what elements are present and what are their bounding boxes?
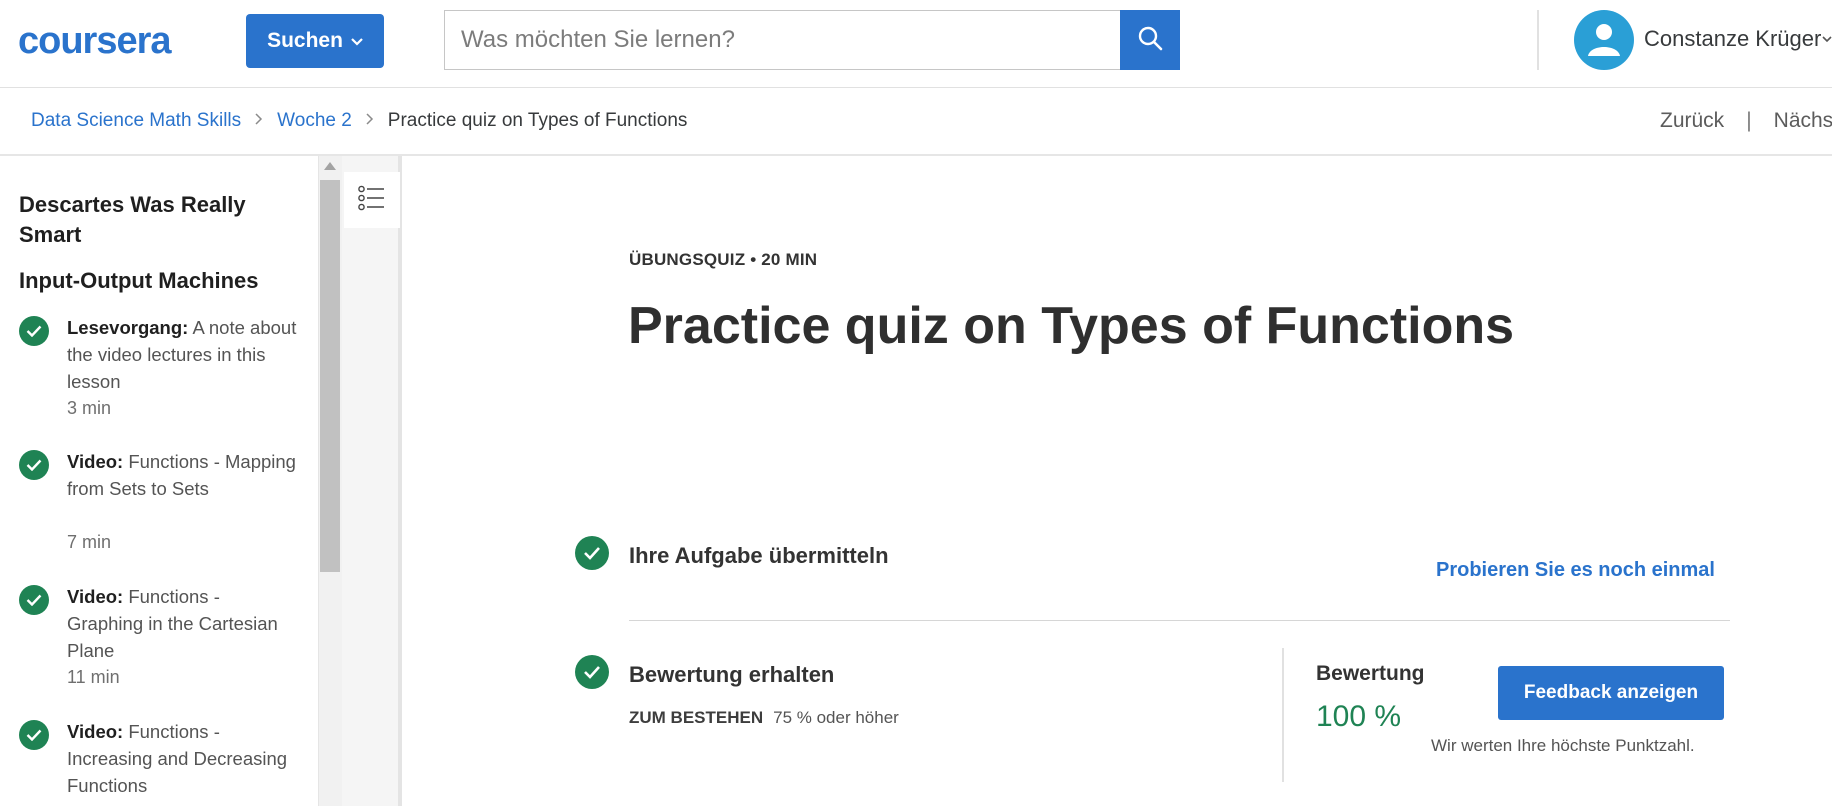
search-button[interactable] (1120, 10, 1180, 70)
pass-label: ZUM BESTEHEN (629, 708, 764, 727)
sidebar-item-type: Video: (67, 721, 124, 742)
passing-threshold: ZUM BESTEHEN 75 % oder höher (629, 708, 899, 728)
sidebar-item-type: Video: (67, 586, 124, 607)
breadcrumb: Data Science Math Skills Woche 2 Practic… (31, 110, 687, 132)
item-type-label: ÜBUNGSQUIZ • 20 MIN (629, 250, 818, 269)
sidebar-item-type: Video: (67, 451, 124, 472)
toc-toggle-button[interactable] (344, 172, 400, 228)
sidebar-item[interactable]: Video: Functions - Mapping from Sets to … (19, 448, 296, 558)
list-icon (358, 185, 386, 215)
sidebar-item[interactable]: Video: Functions - Graphing in the Carte… (19, 583, 289, 693)
sidebar-item[interactable]: Video: Functions - Increasing and Decrea… (19, 718, 289, 806)
check-icon (575, 536, 609, 570)
item-navigation: Zurück | Nächs (1660, 109, 1832, 133)
sidebar-item-label: Video: Functions - Mapping from Sets to … (67, 448, 297, 502)
breadcrumb-week[interactable]: Woche 2 (277, 110, 352, 132)
course-sidebar: Descartes Was Really Smart Input-Output … (0, 156, 318, 806)
explore-label: Suchen (267, 29, 343, 52)
top-header: coursera Suchen Constanze Krüger (0, 0, 1832, 88)
grade-label: Bewertung (1316, 662, 1425, 685)
sidebar-item[interactable]: Lesevorgang: A note about the video lect… (19, 314, 296, 424)
chevron-right-icon (366, 112, 374, 130)
scrollbar-thumb[interactable] (320, 180, 340, 572)
chevron-down-icon (351, 33, 363, 49)
page-title: Practice quiz on Types of Functions (628, 297, 1515, 355)
grade-value: 100 % (1316, 700, 1402, 733)
sidebar-item-label: Video: Functions - Increasing and Decrea… (67, 718, 297, 799)
chevron-down-icon[interactable] (1822, 32, 1832, 46)
sidebar-item-duration: 7 min (67, 532, 112, 552)
user-icon (1584, 18, 1624, 62)
section-title[interactable]: Input-Output Machines (19, 266, 289, 296)
check-icon (19, 316, 49, 346)
header-divider (1537, 10, 1539, 70)
avatar[interactable] (1574, 10, 1634, 70)
pass-value: 75 % oder höher (773, 708, 899, 727)
submit-step-title: Ihre Aufgabe übermitteln (629, 543, 889, 568)
grade-note: Wir werten Ihre höchste Punktzahl. (1431, 736, 1695, 755)
breadcrumb-current: Practice quiz on Types of Functions (387, 110, 688, 131)
sidebar-item-type: Lesevorgang: (67, 317, 189, 338)
user-name[interactable]: Constanze Krüger (1644, 26, 1821, 52)
explore-button[interactable]: Suchen (246, 14, 384, 68)
back-link[interactable]: Zurück (1660, 109, 1724, 133)
breadcrumb-bar: Data Science Math Skills Woche 2 Practic… (0, 88, 1832, 156)
divider (629, 620, 1730, 621)
search-bar (444, 10, 1180, 70)
view-feedback-button[interactable]: Feedback anzeigen (1498, 666, 1724, 720)
sidebar-item-label: Lesevorgang: A note about the video lect… (67, 314, 297, 395)
grade-divider (1282, 648, 1284, 782)
sidebar-item-duration: 3 min (67, 398, 112, 418)
nav-separator: | (1746, 109, 1752, 132)
grade-step-title: Bewertung erhalten (629, 662, 835, 687)
section-title[interactable]: Descartes Was Really Smart (19, 190, 269, 250)
toc-column (342, 156, 402, 806)
check-icon (19, 450, 49, 480)
scroll-up-arrow-icon[interactable] (324, 162, 336, 170)
chevron-right-icon (255, 112, 263, 130)
coursera-logo[interactable]: coursera (18, 20, 172, 63)
breadcrumb-course[interactable]: Data Science Math Skills (31, 110, 241, 132)
search-input[interactable] (444, 10, 1120, 70)
retry-link[interactable]: Probieren Sie es noch einmal (1436, 559, 1715, 582)
next-link[interactable]: Nächs (1774, 109, 1832, 133)
sidebar-item-duration: 11 min (67, 667, 120, 687)
check-icon (19, 720, 49, 750)
search-icon (1137, 25, 1163, 55)
check-icon (19, 585, 49, 615)
check-icon (575, 655, 609, 689)
sidebar-item-label: Video: Functions - Graphing in the Carte… (67, 583, 297, 664)
